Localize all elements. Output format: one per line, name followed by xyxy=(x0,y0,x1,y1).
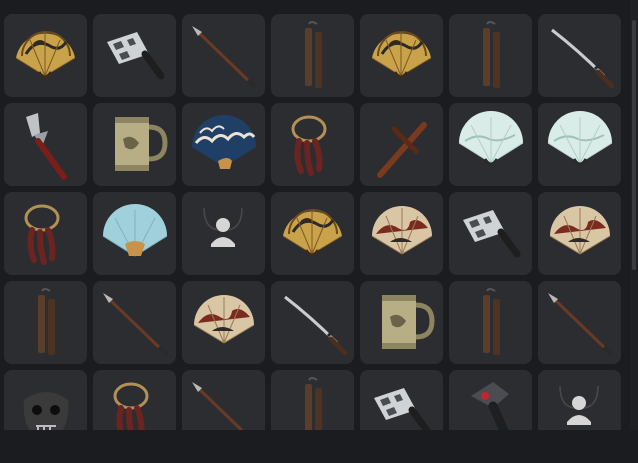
nunchaku-icon xyxy=(305,21,322,88)
avatar-placeholder-icon xyxy=(559,385,599,425)
inventory-slot[interactable] xyxy=(4,103,87,186)
inventory-slot[interactable] xyxy=(93,192,176,275)
tankard-icon xyxy=(115,117,168,171)
claw-necklace-icon xyxy=(291,115,327,176)
red-fan-icon xyxy=(193,295,255,344)
inventory-slot[interactable] xyxy=(449,103,532,186)
mech-arm-icon xyxy=(471,382,509,430)
claw-necklace-icon xyxy=(113,382,149,430)
avatar-placeholder-icon xyxy=(203,207,243,247)
katana-icon xyxy=(284,295,348,356)
inventory-slot[interactable] xyxy=(182,370,265,430)
inventory-slot[interactable] xyxy=(4,370,87,430)
inventory-slot[interactable] xyxy=(538,103,621,186)
inventory-slot[interactable] xyxy=(93,281,176,364)
spear-icon xyxy=(548,293,614,357)
inventory-slot[interactable] xyxy=(93,103,176,186)
inventory-slot[interactable] xyxy=(4,192,87,275)
inventory-slot[interactable] xyxy=(93,14,176,97)
inventory-slot[interactable] xyxy=(360,103,443,186)
inventory-slot[interactable] xyxy=(4,281,87,364)
golden-fan-icon xyxy=(371,31,432,79)
golden-fan-icon xyxy=(15,31,76,79)
inventory-slot[interactable] xyxy=(271,370,354,430)
kunai-icon xyxy=(26,113,67,180)
scrollbar-thumb[interactable] xyxy=(632,20,636,270)
golden-fan-icon xyxy=(282,209,343,257)
cleaver-icon xyxy=(107,32,165,80)
tonfa-icon xyxy=(377,122,427,178)
inventory-slot[interactable] xyxy=(182,103,265,186)
inventory-slot[interactable] xyxy=(360,192,443,275)
wave-fan-icon xyxy=(192,115,256,169)
inventory-slot[interactable] xyxy=(182,14,265,97)
spear-icon xyxy=(103,293,169,357)
cleaver-icon xyxy=(374,388,431,430)
inventory-slot[interactable] xyxy=(360,281,443,364)
inventory-slot[interactable] xyxy=(271,281,354,364)
katana-icon xyxy=(551,28,615,89)
white-fan-icon xyxy=(547,111,613,166)
inventory-slot[interactable] xyxy=(93,370,176,430)
inventory-slot[interactable] xyxy=(360,370,443,430)
inventory-slot[interactable] xyxy=(271,192,354,275)
claw-necklace-icon xyxy=(24,204,60,265)
inventory-grid xyxy=(4,14,621,430)
red-fan-icon xyxy=(371,206,433,255)
inventory-slot[interactable] xyxy=(449,192,532,275)
nunchaku-icon xyxy=(483,21,500,88)
inventory-grid-viewport xyxy=(0,0,630,430)
inventory-slot[interactable] xyxy=(182,192,265,275)
inventory-slot[interactable] xyxy=(449,281,532,364)
inventory-slot[interactable] xyxy=(449,370,532,430)
tankard-icon xyxy=(382,295,435,349)
red-fan-icon xyxy=(549,206,611,255)
nunchaku-icon xyxy=(38,288,55,355)
scrollbar[interactable] xyxy=(630,0,638,430)
inventory-slot[interactable] xyxy=(271,103,354,186)
nunchaku-icon xyxy=(305,377,322,430)
white-fan-icon xyxy=(458,111,524,166)
spear-icon xyxy=(192,26,258,90)
inventory-slot[interactable] xyxy=(4,14,87,97)
blue-fan-icon xyxy=(102,204,168,257)
inventory-slot[interactable] xyxy=(538,192,621,275)
inventory-slot[interactable] xyxy=(182,281,265,364)
inventory-slot[interactable] xyxy=(271,14,354,97)
footer-bar xyxy=(0,430,638,463)
inventory-slot[interactable] xyxy=(538,281,621,364)
nunchaku-icon xyxy=(483,288,500,355)
inventory-slot[interactable] xyxy=(538,14,621,97)
skull-mask-icon xyxy=(23,392,69,430)
inventory-slot[interactable] xyxy=(449,14,532,97)
inventory-slot[interactable] xyxy=(538,370,621,430)
spear-icon xyxy=(192,382,244,430)
cleaver-icon xyxy=(463,210,521,258)
inventory-slot[interactable] xyxy=(360,14,443,97)
